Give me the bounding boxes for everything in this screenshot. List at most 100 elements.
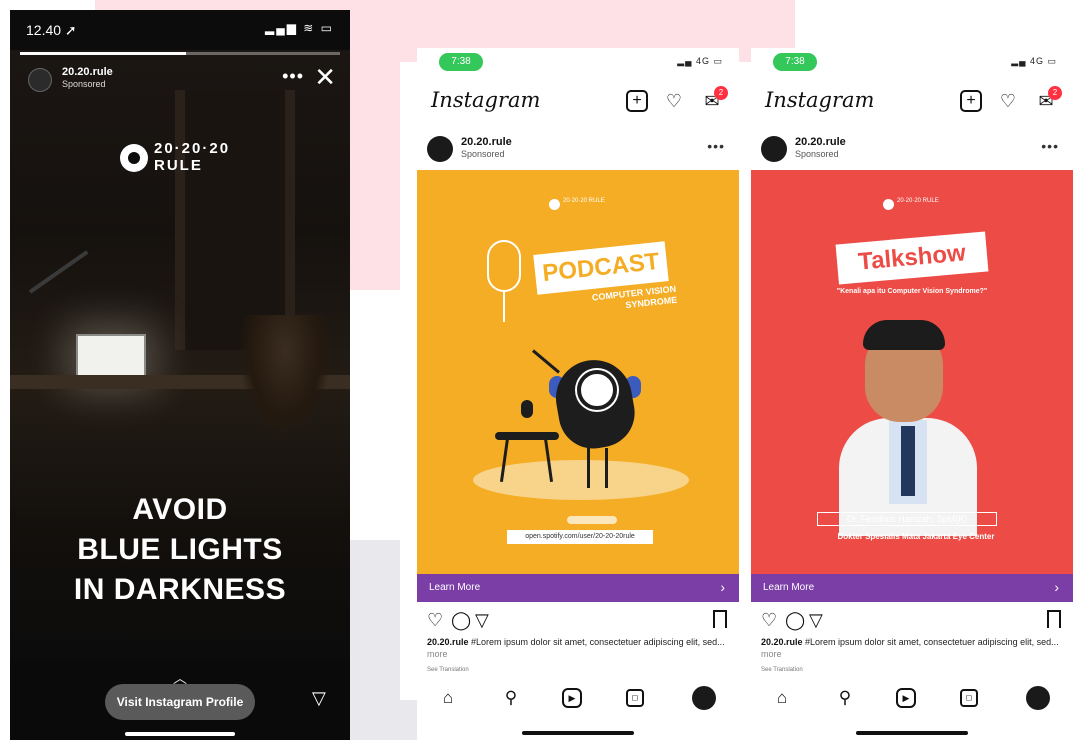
like-icon[interactable]: ♡ — [761, 610, 777, 630]
bookmark-icon[interactable] — [1047, 610, 1061, 628]
post-caption: 20.20.rule #Lorem ipsum dolor sit amet, … — [427, 636, 729, 660]
shop-icon[interactable]: ◻ — [626, 689, 644, 707]
spotify-badge — [567, 516, 617, 524]
home-icon[interactable]: ⌂ — [436, 686, 460, 710]
status-bar: 7:38 ▂▄ 4G ▭ — [417, 48, 739, 78]
window-decor — [175, 90, 295, 350]
story-footer: ︿ Visit Instagram Profile ▽ — [10, 660, 350, 740]
story-screen: 12.40 ➚ ▂▄▆ ≋ ▭ 20.20.rule Sponsored •••… — [10, 10, 350, 740]
avatar[interactable] — [427, 136, 453, 162]
stool-illustration — [495, 432, 559, 440]
floor-shadow — [473, 460, 689, 500]
chevron-right-icon: › — [1054, 579, 1059, 595]
instagram-logo: Instagram — [765, 88, 875, 112]
story-header: 20.20.rule Sponsored ••• ✕ — [22, 62, 338, 104]
learn-more-button[interactable]: Learn More › — [417, 574, 739, 602]
heart-icon[interactable]: ♡ — [997, 90, 1019, 112]
caption-text: #Lorem ipsum dolor sit amet, consectetue… — [468, 637, 725, 647]
caption-username[interactable]: 20.20.rule — [427, 637, 469, 647]
more-options-icon[interactable]: ••• — [1041, 138, 1059, 154]
lamp-decor — [28, 250, 89, 294]
caption-text: #Lorem ipsum dolor sit amet, consectetue… — [802, 637, 1059, 647]
profile-avatar-icon[interactable] — [692, 686, 716, 710]
see-translation-link[interactable]: See Translation — [761, 667, 803, 673]
story-progress-fill — [20, 52, 187, 55]
sponsored-label: Sponsored — [62, 79, 106, 89]
status-time: 7:38 — [773, 53, 817, 71]
reels-icon[interactable]: ▶ — [562, 688, 582, 708]
eye-logo-icon — [120, 144, 148, 172]
close-icon[interactable]: ✕ — [314, 62, 336, 93]
headline-line: IN DARKNESS — [73, 573, 287, 606]
bookmark-icon[interactable] — [713, 610, 727, 628]
home-indicator — [125, 732, 235, 736]
share-icon[interactable]: ▽ — [809, 610, 823, 630]
shop-icon[interactable]: ◻ — [960, 689, 978, 707]
learn-more-button[interactable]: Learn More › — [751, 574, 1073, 602]
app-header: Instagram + ♡ ✉ 2 — [751, 80, 1073, 124]
caption-more-link[interactable]: more — [427, 649, 448, 659]
account-name[interactable]: 20.20.rule — [62, 66, 113, 78]
more-options-icon[interactable]: ••• — [707, 138, 725, 154]
feed-screen-talkshow: 7:38 ▂▄ 4G ▭ Instagram + ♡ ✉ 2 20.20.rul… — [751, 48, 1073, 740]
brand-logo: 20·20·20 RULE — [883, 198, 943, 212]
comment-icon[interactable]: ◯ — [451, 610, 471, 630]
comment-icon[interactable]: ◯ — [785, 610, 805, 630]
reels-icon[interactable]: ▶ — [896, 688, 916, 708]
doctor-tie — [901, 426, 915, 496]
story-progress-bar — [20, 52, 340, 55]
post-image[interactable]: 20·20·20 RULE Talkshow "Kenali apa itu C… — [751, 170, 1073, 574]
visit-profile-button[interactable]: Visit Instagram Profile — [105, 684, 255, 720]
home-indicator — [856, 731, 968, 735]
doctor-hair — [863, 320, 945, 350]
status-icons: ▂▄▆ ≋ ▭ — [264, 21, 334, 35]
character-leg — [605, 448, 608, 488]
heart-icon[interactable]: ♡ — [663, 90, 685, 112]
podcast-link: open.spotify.com/user/20-20-20rule — [507, 530, 653, 544]
feed-screen-podcast: 7:38 ▂▄ 4G ▭ Instagram + ♡ ✉ 2 20.20.rul… — [417, 48, 739, 740]
home-icon[interactable]: ⌂ — [770, 686, 794, 710]
like-icon[interactable]: ♡ — [427, 610, 443, 630]
caption-more-link[interactable]: more — [761, 649, 782, 659]
microphone-illustration — [521, 400, 533, 418]
account-name[interactable]: 20.20.rule — [461, 136, 512, 148]
search-icon[interactable]: ⚲ — [833, 686, 857, 710]
bottom-tab-bar: ⌂ ⚲ ▶ ◻ — [751, 680, 1073, 720]
instagram-logo: Instagram — [431, 88, 541, 112]
avatar[interactable] — [28, 68, 52, 92]
talkshow-subtitle: "Kenali apa itu Computer Vision Syndrome… — [836, 288, 988, 295]
status-icons: ▂▄ 4G ▭ — [677, 56, 723, 66]
add-post-icon[interactable]: + — [960, 90, 982, 112]
add-post-icon[interactable]: + — [626, 90, 648, 112]
post-actions: ♡ ◯ ▽ — [751, 608, 1073, 632]
send-icon[interactable]: ▽ — [312, 688, 326, 709]
post-header: 20.20.rule Sponsored ••• — [751, 134, 1073, 170]
avatar[interactable] — [761, 136, 787, 162]
status-bar: 7:38 ▂▄ 4G ▭ — [751, 48, 1073, 78]
account-name[interactable]: 20.20.rule — [795, 136, 846, 148]
laptop-decor — [76, 334, 146, 380]
more-options-icon[interactable]: ••• — [282, 66, 304, 87]
person-silhouette — [240, 315, 330, 435]
bottom-tab-bar: ⌂ ⚲ ▶ ◻ — [417, 680, 739, 720]
character-arm — [532, 349, 560, 374]
search-icon[interactable]: ⚲ — [499, 686, 523, 710]
background-triangle — [330, 0, 570, 55]
post-image[interactable]: 20·20·20 RULE PODCAST COMPUTER VISION SY… — [417, 170, 739, 574]
brand-logo: 20·20·20 RULE — [549, 198, 609, 212]
home-indicator — [522, 731, 634, 735]
status-icons: ▂▄ 4G ▭ — [1011, 56, 1057, 66]
see-translation-link[interactable]: See Translation — [427, 667, 469, 673]
app-header: Instagram + ♡ ✉ 2 — [417, 80, 739, 124]
post-caption: 20.20.rule #Lorem ipsum dolor sit amet, … — [761, 636, 1063, 660]
brand-logo-text: 20·20·20 RULE — [897, 198, 939, 204]
sponsored-label: Sponsored — [461, 149, 505, 159]
headline-line: BLUE LIGHTS — [77, 533, 283, 566]
status-time: 7:38 — [439, 53, 483, 71]
brand-logo-text: 20·20·20 RULE — [563, 198, 605, 204]
share-icon[interactable]: ▽ — [475, 610, 489, 630]
profile-avatar-icon[interactable] — [1026, 686, 1050, 710]
character-leg — [587, 448, 590, 488]
microphone-icon — [487, 240, 521, 292]
caption-username[interactable]: 20.20.rule — [761, 637, 803, 647]
